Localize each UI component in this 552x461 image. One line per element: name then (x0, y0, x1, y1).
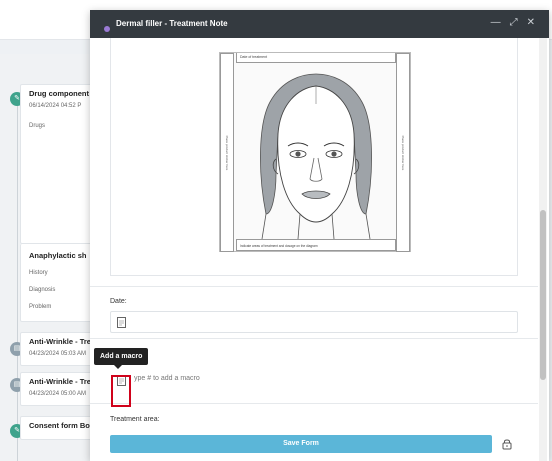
anaphylactic-label: Anaphylactic sh (29, 251, 87, 260)
scrollbar-thumb[interactable] (540, 210, 546, 380)
divider (90, 403, 538, 404)
treatment-area-label: Treatment area: (110, 416, 160, 423)
modal-title: Dermal filler - Treatment Note (116, 18, 228, 28)
app-logo-icon (104, 26, 110, 32)
timeline-card[interactable]: Anti-Wrinkle - Treat 04/23/2024 05:00 AM (20, 372, 100, 406)
date-field[interactable] (110, 311, 518, 333)
diagram-footer: Indicate areas of treatment and dosage o… (236, 239, 396, 251)
modal-body: Place product sticker here Place product… (90, 38, 538, 461)
drugs-label: Drugs (29, 123, 46, 129)
card-date: 04/23/2024 05:03 AM (29, 351, 87, 357)
macro-placeholder: ype # to add a macro (134, 375, 200, 382)
face-illustration (260, 73, 372, 239)
timeline-card-details: Anaphylactic sh History Diagnosis Proble… (20, 244, 100, 322)
date-section: Date: (110, 298, 518, 333)
save-form-button[interactable]: Save Form (110, 435, 492, 453)
macro-field-label: r: (110, 360, 518, 367)
left-sticker-label: Place product sticker here (225, 135, 229, 170)
row-history: History (29, 270, 48, 276)
card-date: 06/14/2024 04:52 P (29, 103, 82, 109)
lock-icon[interactable] (502, 438, 512, 450)
modal-footer: Save Form (90, 427, 538, 461)
treatment-note-modal: Dermal filler - Treatment Note — ⤢ ✕ Pla… (90, 10, 549, 461)
expand-icon[interactable]: ⤢ (510, 18, 518, 28)
macro-icon[interactable] (117, 317, 126, 328)
macro-field[interactable]: ype # to add a macro (110, 369, 518, 395)
card-date: 04/23/2024 05:00 AM (29, 391, 87, 397)
divider (90, 338, 538, 339)
treatment-area-section: Treatment area: (110, 416, 518, 423)
timeline-card[interactable]: Anti-Wrinkle - Treat 04/23/2024 05:03 AM (20, 332, 100, 366)
highlight-box (111, 375, 131, 407)
minimize-icon[interactable]: — (491, 18, 501, 28)
timeline-card[interactable]: Consent form Botox (20, 416, 100, 440)
row-problem: Problem (29, 304, 52, 310)
card-title: Drug component (29, 89, 89, 98)
modal-scrollbar[interactable] (539, 38, 547, 461)
face-diagram[interactable]: Place product sticker here Place product… (219, 52, 411, 252)
diagram-header: Date of treatment (236, 53, 396, 63)
left-sticker-area: Place product sticker here (220, 53, 234, 252)
timeline-card[interactable]: Drug component 06/14/2024 04:52 P Drugs (20, 84, 100, 244)
modal-header: Dermal filler - Treatment Note — ⤢ ✕ (90, 10, 549, 38)
macro-section: r: ype # to add a macro (110, 360, 518, 395)
date-label: Date: (110, 298, 127, 305)
divider (90, 286, 538, 287)
diagram-card: Place product sticker here Place product… (110, 38, 518, 276)
card-title: Anti-Wrinkle - Treat (29, 377, 98, 386)
right-sticker-area: Place product sticker here (396, 53, 410, 252)
row-diagnosis: Diagnosis (29, 287, 56, 293)
timeline-line (17, 94, 18, 461)
close-icon[interactable]: ✕ (527, 18, 535, 28)
card-title: Anti-Wrinkle - Treat (29, 337, 98, 346)
card-title: Consent form Botox (29, 421, 100, 430)
add-macro-tooltip: Add a macro (94, 348, 149, 369)
right-sticker-label: Place product sticker here (401, 135, 405, 170)
